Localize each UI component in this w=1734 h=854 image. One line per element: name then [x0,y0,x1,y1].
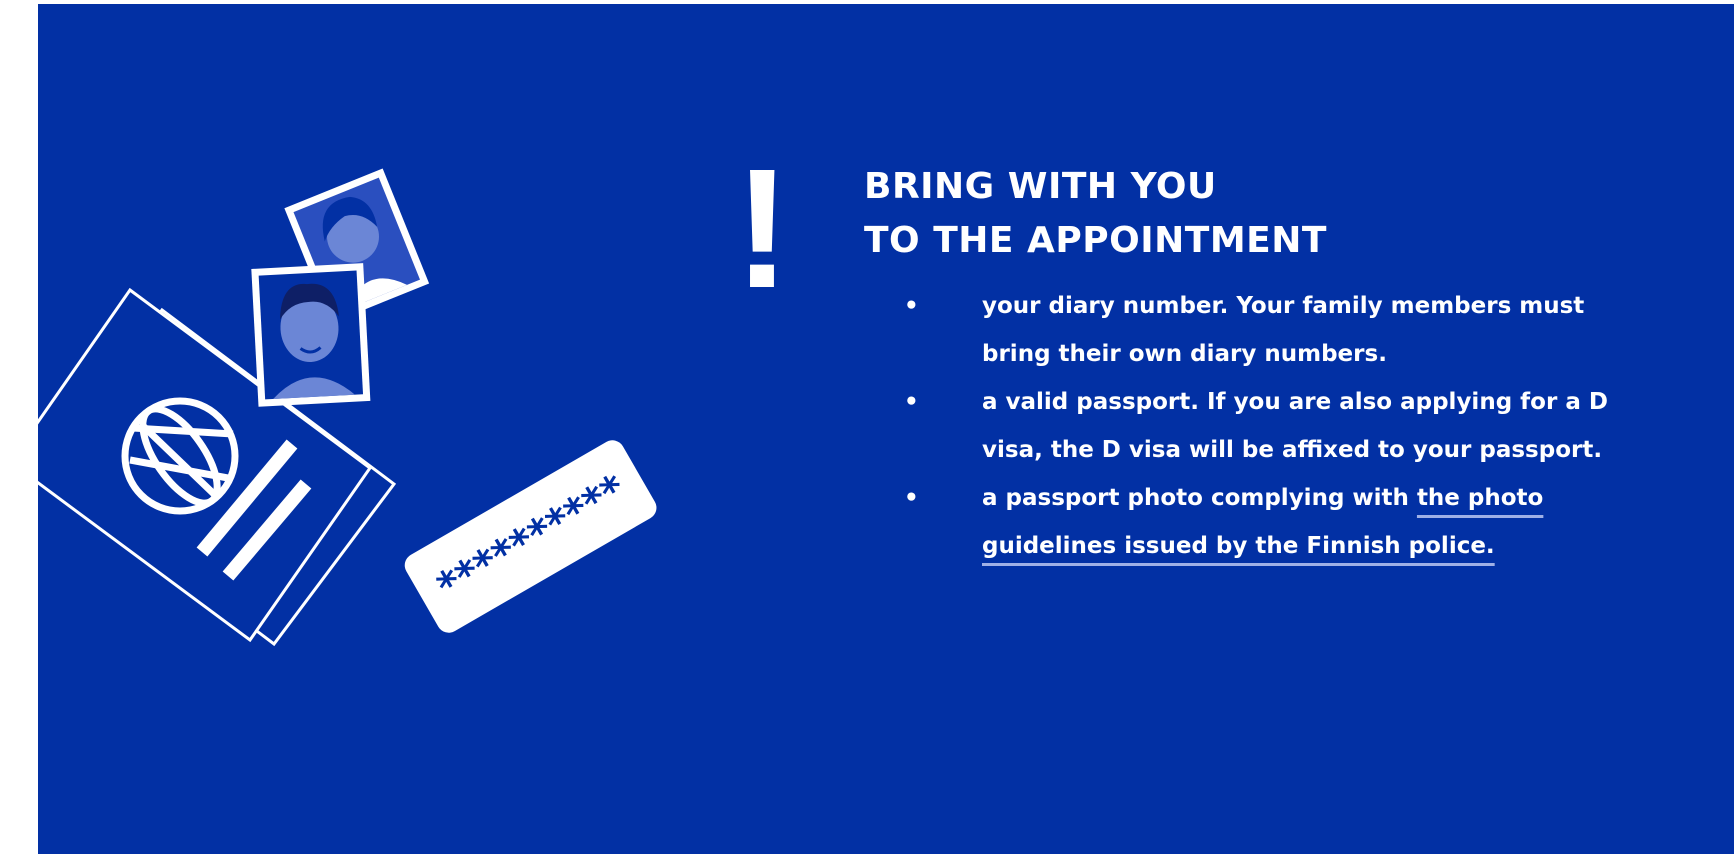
notice-title-line: BRING WITH YOU [864,166,1217,207]
list-item-text: a valid passport. If you are also applyi… [982,389,1608,463]
list-item-text: your diary number. Your family members m… [982,293,1585,367]
documents-illustration: ********** [38,168,657,647]
notice-title: BRING WITH YOU TO THE APPOINTMENT [864,160,1564,268]
list-item: a passport photo complying with the phot… [864,474,1624,570]
list-item: your diary number. Your family members m… [864,282,1624,378]
requirements-list: your diary number. Your family members m… [864,282,1624,570]
diary-number-card-icon: ********** [404,440,657,633]
exclamation-icon: ! [734,134,791,324]
list-item: a valid passport. If you are also applyi… [864,378,1624,474]
person-photo-icon [251,263,371,407]
list-item-text: a passport photo complying with [982,485,1417,511]
notice-banner: ********** ! BRING WITH YOU TO THE APPOI… [38,4,1734,854]
notice-title-line: TO THE APPOINTMENT [864,220,1327,261]
